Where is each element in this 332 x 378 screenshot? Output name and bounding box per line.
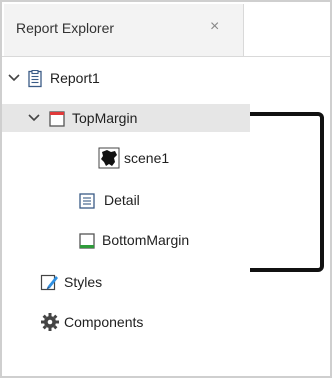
tree-item-bottommargin[interactable]: BottomMargin	[2, 226, 250, 254]
report-document-icon	[26, 69, 44, 88]
tree-item-components[interactable]: Components	[2, 308, 328, 336]
close-icon[interactable]: ×	[210, 19, 219, 35]
tab-report-explorer[interactable]: Report Explorer ×	[4, 4, 244, 56]
tab-label: Report Explorer	[16, 20, 115, 36]
tree-item-label: Components	[64, 314, 144, 330]
map-shape-icon	[98, 147, 120, 169]
tree-item-scene1[interactable]: scene1	[2, 144, 250, 172]
chevron-down-icon[interactable]	[6, 70, 22, 86]
tab-bar-empty-area	[244, 4, 330, 56]
detail-band-icon	[78, 192, 96, 210]
tree-item-label: scene1	[124, 150, 170, 166]
gear-icon	[40, 312, 60, 332]
tree-item-label: BottomMargin	[102, 232, 190, 248]
tree-item-detail[interactable]: Detail	[2, 186, 250, 214]
tree-item-topmargin[interactable]: TopMargin	[2, 104, 250, 132]
annotation-bracket	[250, 112, 324, 272]
tree-item-label: Styles	[64, 274, 103, 290]
tree-item-label: Report1	[50, 70, 100, 86]
tree-item-report1[interactable]: Report1	[2, 64, 328, 92]
bottom-margin-band-icon	[78, 232, 96, 250]
chevron-down-icon[interactable]	[26, 110, 42, 126]
top-margin-band-icon	[48, 110, 66, 128]
styles-brush-icon	[40, 272, 60, 292]
tree-item-label: TopMargin	[72, 110, 138, 126]
tree-item-styles[interactable]: Styles	[2, 268, 328, 296]
tab-bar: Report Explorer ×	[2, 2, 330, 57]
tree-item-label: Detail	[104, 192, 140, 208]
